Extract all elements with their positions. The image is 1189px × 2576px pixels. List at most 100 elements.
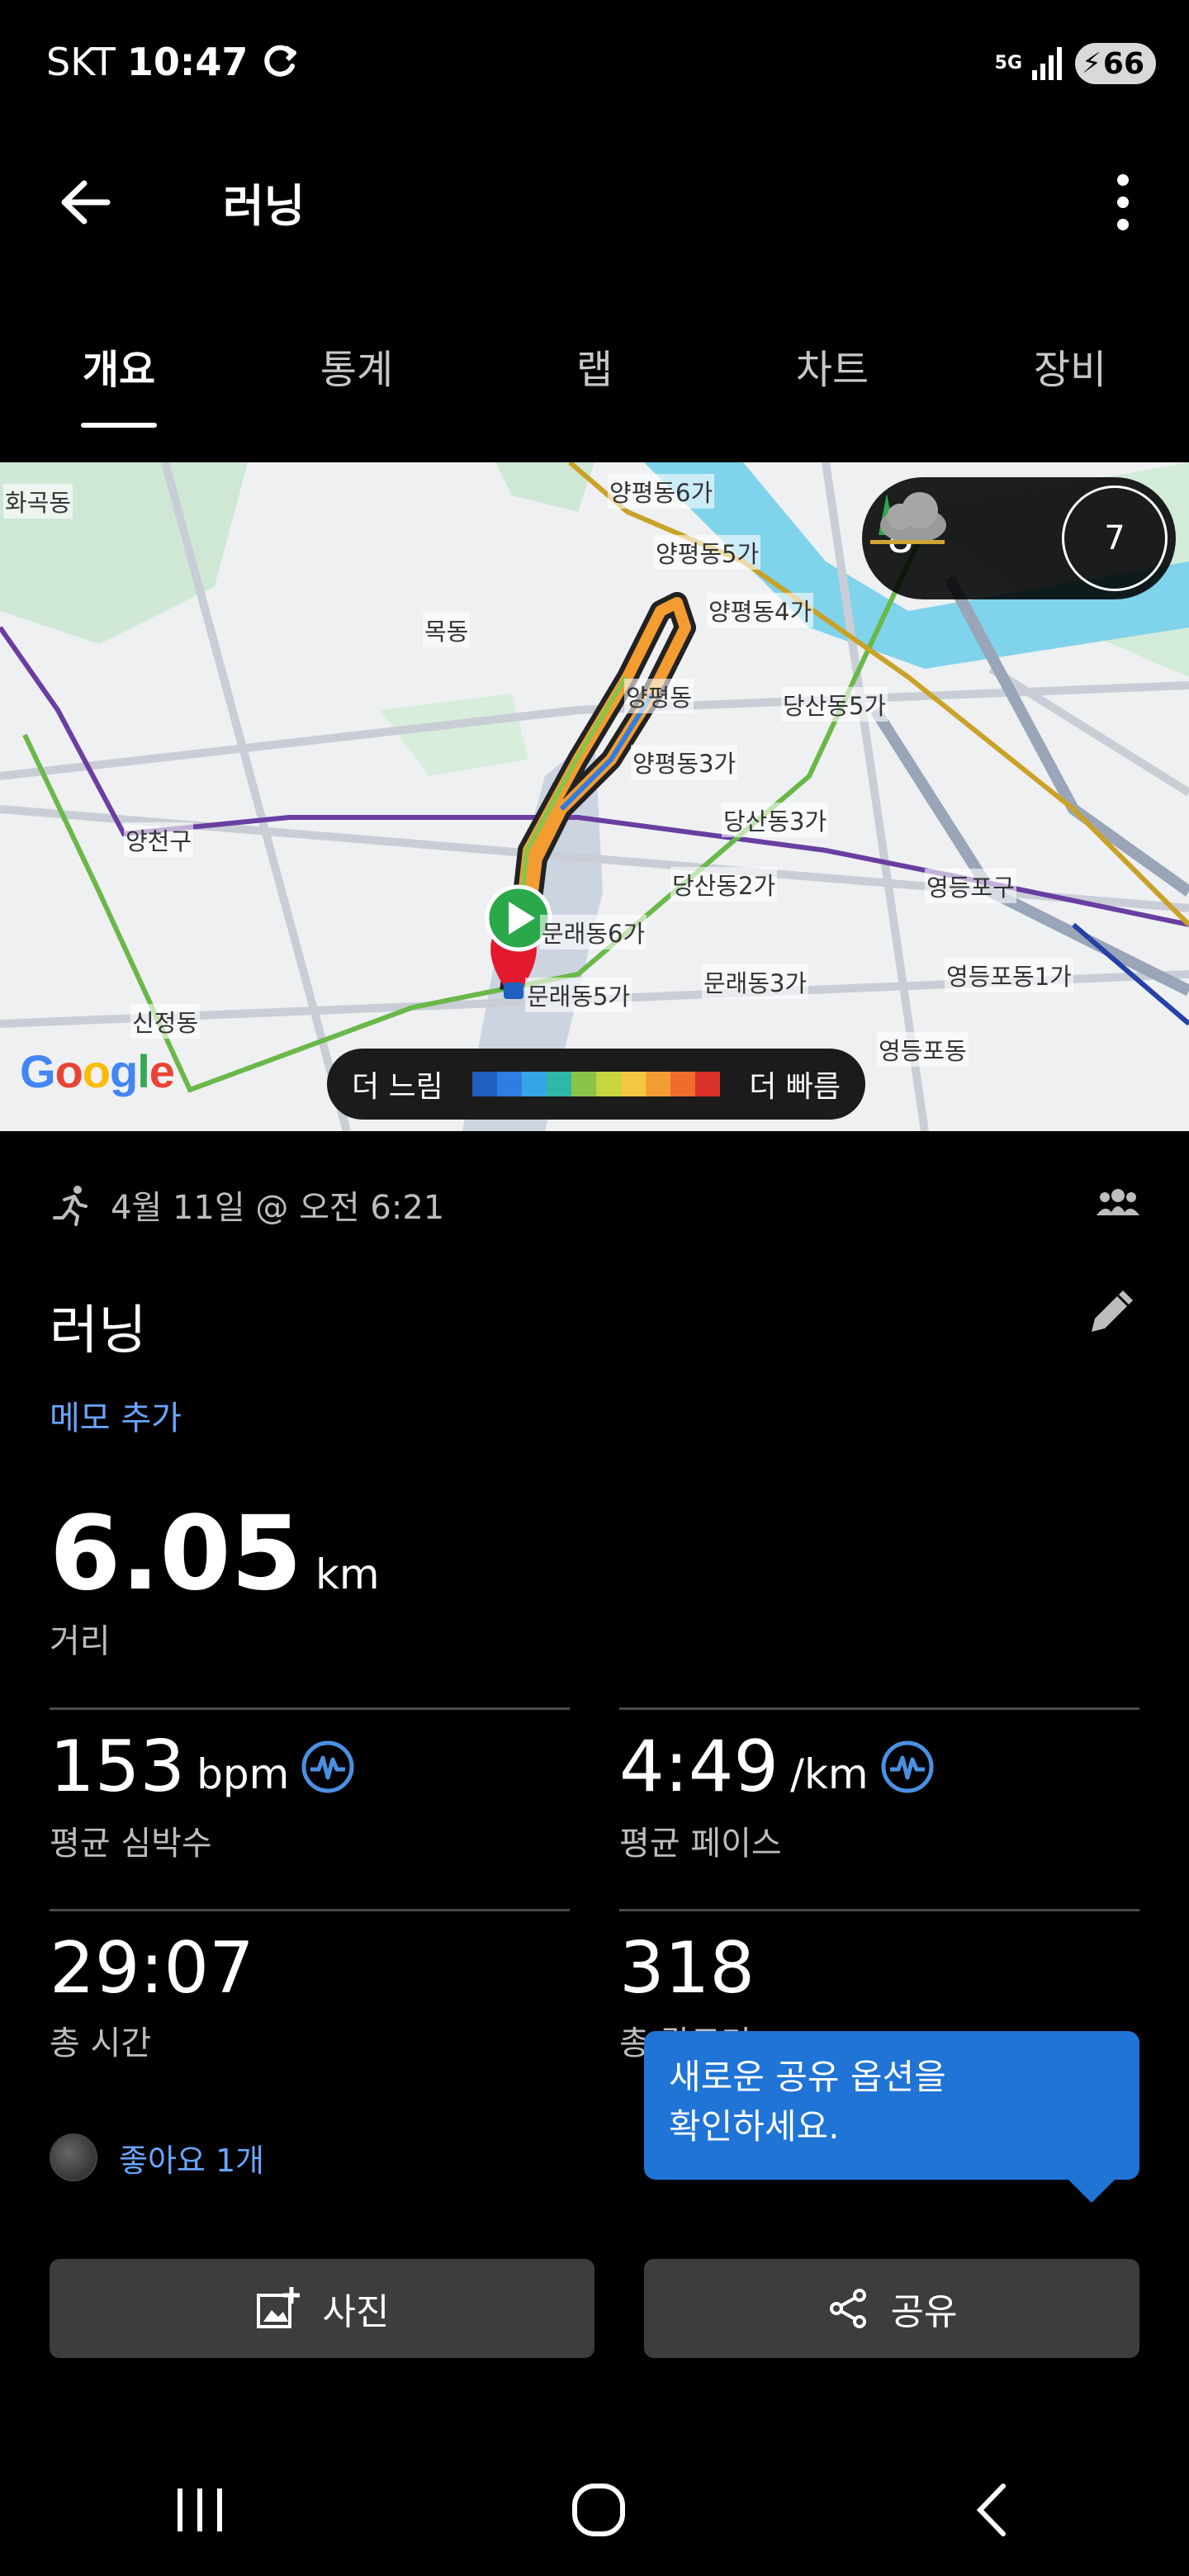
add-photo-icon <box>256 2287 300 2328</box>
calories-value: 318 <box>619 1927 756 2010</box>
pace-color-swatch <box>472 1072 497 1096</box>
pace-color-swatch <box>497 1072 522 1096</box>
map-label: 당산동5가 <box>781 687 888 722</box>
map-label: 문래동3가 <box>702 964 809 999</box>
status-bar-left: SKT 10:47 <box>46 40 301 84</box>
compass-button[interactable]: 7 <box>1062 485 1168 591</box>
pace-legend-slow-label: 더 느림 <box>352 1070 443 1104</box>
add-memo-link[interactable]: 메모 추가 <box>50 1391 182 1439</box>
home-icon[interactable] <box>570 2481 628 2539</box>
heart-rate-stat[interactable]: 153 bpm <box>50 1726 355 1808</box>
more-options-icon[interactable] <box>1106 165 1139 239</box>
map-label: 영등포동 <box>877 1032 969 1067</box>
pencil-icon[interactable] <box>1085 1284 1139 1338</box>
map-label: 양평동4가 <box>707 593 814 627</box>
avatar <box>50 2133 97 2181</box>
activity-title: 러닝 <box>50 1300 147 1361</box>
pace-color-scale <box>472 1072 720 1096</box>
pace-legend-fast-label: 더 빠름 <box>749 1070 841 1104</box>
pace-color-swatch <box>670 1072 695 1096</box>
pace-color-swatch <box>571 1072 596 1096</box>
distance-label: 거리 <box>50 1622 111 1660</box>
map-label: 영등포구 <box>925 869 1016 903</box>
total-time-stat: 29:07 <box>50 1927 254 2010</box>
pace-color-swatch <box>621 1072 646 1096</box>
network-type: 5G <box>994 53 1023 73</box>
share-button[interactable]: 공유 <box>644 2259 1139 2358</box>
running-icon <box>53 1186 88 1226</box>
activity-datetime: 4월 11일 @ 오전 6:21 <box>111 1189 445 1227</box>
calories-stat: 318 <box>619 1927 755 2010</box>
battery-level: 66 <box>1102 46 1144 81</box>
tab-overview[interactable]: 개요 <box>0 322 238 446</box>
map-label: 양평동5가 <box>654 535 761 570</box>
back-nav-icon[interactable] <box>969 2481 1018 2539</box>
pace-color-swatch <box>646 1072 670 1096</box>
tab-charts[interactable]: 차트 <box>713 322 951 446</box>
map-label: 양평동 <box>624 679 694 713</box>
heart-rate-label: 평균 심박수 <box>50 1825 212 1863</box>
photo-button[interactable]: 사진 <box>50 2259 594 2358</box>
pace-unit: /km <box>790 1750 869 1798</box>
divider <box>619 1909 1139 1911</box>
pace-color-swatch <box>522 1072 547 1096</box>
pace-value: 4:49 <box>619 1726 779 1808</box>
tooltip-line-1: 새로운 공유 옵션을 <box>669 2057 946 2097</box>
weather-chip[interactable]: 8° 7 <box>862 477 1176 599</box>
heart-rate-unit: bpm <box>197 1750 290 1798</box>
divider <box>619 1707 1139 1710</box>
activity-meta: 4월 11일 @ 오전 6:21 <box>50 1181 444 1229</box>
cloudy-night-icon <box>870 492 946 544</box>
map-label: 목동 <box>423 613 471 647</box>
pace-color-swatch <box>596 1072 621 1096</box>
map-label: 문래동5가 <box>525 978 632 1012</box>
pace-color-swatch <box>695 1072 720 1096</box>
pace-wave-icon[interactable] <box>880 1740 935 1794</box>
share-options-tooltip[interactable]: 새로운 공유 옵션을 확인하세요. <box>644 2031 1139 2203</box>
map-label: 양천구 <box>124 822 194 857</box>
heart-rate-value: 153 <box>50 1726 186 1808</box>
likes-row[interactable]: 좋아요 1개 <box>50 2133 264 2181</box>
share-icon <box>829 2289 866 2328</box>
share-button-label: 공유 <box>890 2291 958 2333</box>
divider <box>50 1707 570 1710</box>
page-title: 러닝 <box>223 180 306 232</box>
map-label: 양평동3가 <box>631 745 738 779</box>
tab-bar: 개요 통계 랩 차트 장비 <box>0 322 1189 446</box>
distance-unit: km <box>315 1551 380 1598</box>
carrier-label: SKT <box>46 40 116 84</box>
map-label: 영등포동1가 <box>945 958 1073 992</box>
distance-number: 6.05 <box>50 1494 302 1613</box>
likes-count: 좋아요 1개 <box>119 2142 265 2179</box>
compass-value: 7 <box>1104 519 1125 557</box>
tooltip-line-2: 확인하세요. <box>669 2106 840 2147</box>
tab-statistics[interactable]: 통계 <box>238 322 476 446</box>
battery-indicator: ⚡ 66 <box>1075 43 1156 84</box>
map-label: 문래동6가 <box>540 915 647 949</box>
heart-rate-wave-icon[interactable] <box>301 1740 355 1794</box>
pace-stat[interactable]: 4:49 /km <box>619 1726 935 1808</box>
tab-equipment[interactable]: 장비 <box>951 322 1189 446</box>
charging-icon: ⚡ <box>1082 47 1101 80</box>
sync-icon <box>264 45 297 77</box>
system-nav-bar <box>0 2444 1189 2576</box>
map-label: 당산동3가 <box>722 803 829 837</box>
pace-label: 평균 페이스 <box>619 1825 782 1863</box>
tab-laps[interactable]: 랩 <box>476 322 713 446</box>
route-map[interactable]: 화곡동 양평동6가 양평동5가 목동 양평동4가 양평동 당산동5가 양평동3가… <box>0 462 1189 1131</box>
map-label: 신정동 <box>130 1004 201 1039</box>
pace-color-swatch <box>547 1072 571 1096</box>
divider <box>50 1909 570 1911</box>
total-time-value: 29:07 <box>50 1927 254 2010</box>
map-label: 당산동2가 <box>670 867 778 902</box>
signal-icon <box>1032 47 1063 80</box>
total-time-label: 총 시간 <box>50 2024 152 2062</box>
back-arrow-icon[interactable] <box>50 165 124 239</box>
photo-button-label: 사진 <box>322 2291 390 2333</box>
distance-value: 6.05 km <box>50 1494 380 1613</box>
pace-legend: 더 느림 더 빠름 <box>327 1049 865 1120</box>
group-icon[interactable] <box>1097 1187 1139 1220</box>
map-label: 화곡동 <box>3 484 73 519</box>
recent-apps-icon[interactable] <box>171 2485 229 2535</box>
clock: 10:47 <box>126 40 249 84</box>
